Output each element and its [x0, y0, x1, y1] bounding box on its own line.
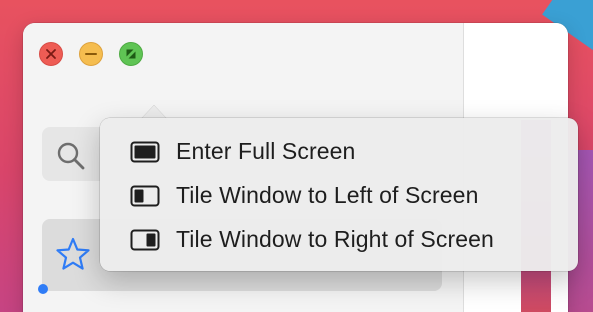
minimize-icon: [85, 53, 97, 55]
minimize-button[interactable]: [79, 42, 103, 66]
menu-item-tile-right[interactable]: Tile Window to Right of Screen: [110, 219, 568, 259]
star-icon: [55, 236, 91, 277]
search-icon: [56, 141, 86, 176]
window-tiling-menu: Enter Full Screen Tile Window to Left of…: [100, 118, 578, 271]
zoom-button[interactable]: [119, 42, 143, 66]
menu-item-enter-full-screen[interactable]: Enter Full Screen: [110, 131, 568, 171]
close-button[interactable]: [39, 42, 63, 66]
full-screen-icon: [130, 141, 160, 168]
tile-right-icon: [130, 229, 160, 256]
close-icon: [46, 49, 56, 59]
sidebar-next-item-icon: [38, 284, 48, 294]
menu-item-tile-left[interactable]: Tile Window to Left of Screen: [110, 175, 568, 215]
fullscreen-icon: [126, 49, 136, 59]
menu-item-label: Tile Window to Left of Screen: [176, 182, 479, 208]
tile-left-icon: [130, 185, 160, 212]
menu-item-label: Enter Full Screen: [176, 138, 356, 164]
menu-item-label: Tile Window to Right of Screen: [176, 226, 494, 252]
